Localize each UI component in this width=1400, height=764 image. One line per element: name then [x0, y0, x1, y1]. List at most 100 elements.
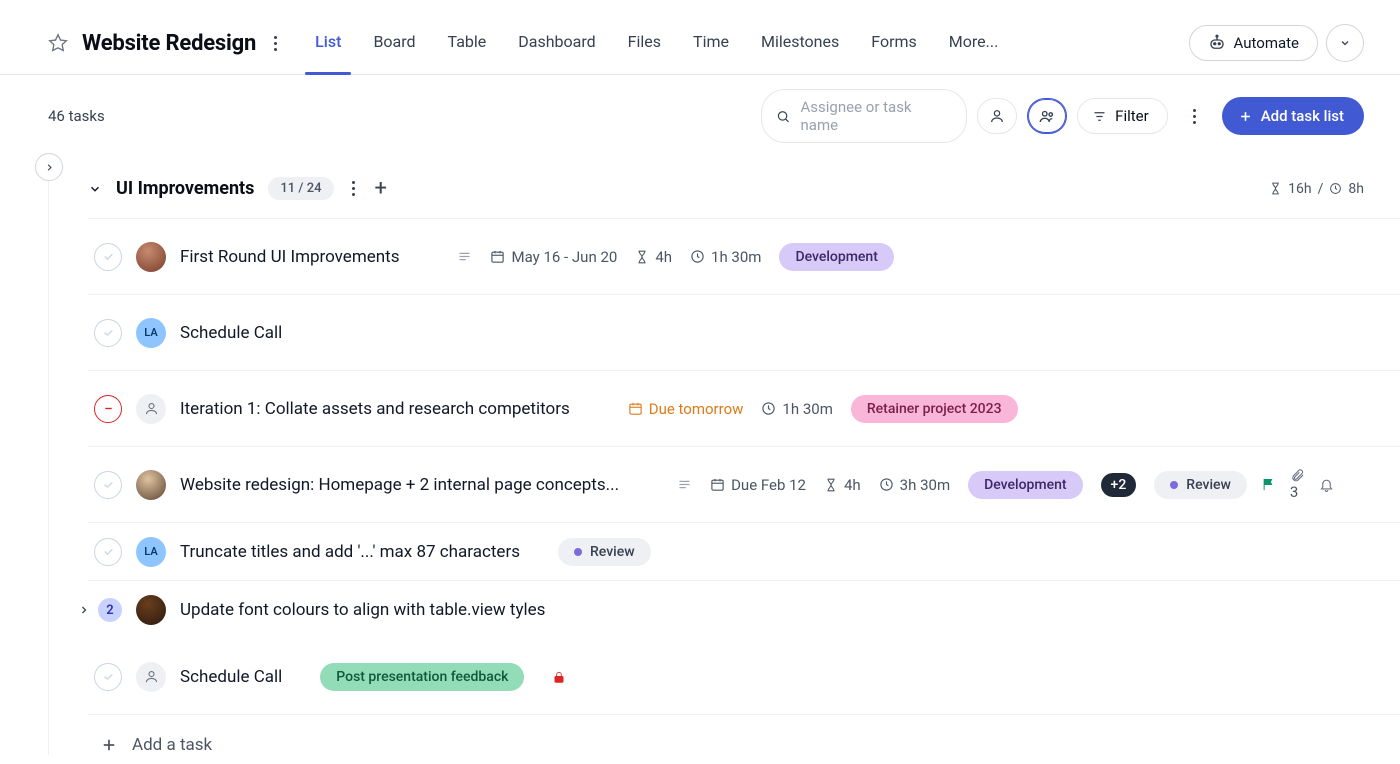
avatar[interactable]	[136, 595, 166, 625]
description-icon[interactable]	[677, 477, 692, 492]
avatar[interactable]	[136, 242, 166, 272]
task-title: Schedule Call	[180, 323, 282, 343]
reminder-icon[interactable]	[1319, 477, 1334, 492]
avatar[interactable]: LA	[136, 318, 166, 348]
description-icon[interactable]	[457, 249, 472, 264]
add-task-button[interactable]: Add a task	[88, 715, 1400, 755]
status-toggle[interactable]	[94, 243, 122, 271]
subtask-toggle[interactable]: 2	[78, 598, 122, 622]
task-rows: First Round UI ImprovementsMay 16 - Jun …	[88, 218, 1400, 715]
clock-icon	[1329, 182, 1342, 195]
group-name: UI Improvements	[116, 178, 254, 199]
task-row[interactable]: Schedule Call Post presentation feedback	[88, 639, 1400, 715]
add-task-list-button[interactable]: Add task list	[1222, 97, 1364, 135]
logged-time: 3h 30m	[879, 476, 950, 494]
group-menu-icon[interactable]	[348, 177, 359, 200]
group-time-summary: 16h / 8h	[1269, 181, 1392, 197]
task-title: Truncate titles and add '...' max 87 cha…	[180, 542, 520, 562]
stage-chip[interactable]: Review	[1154, 471, 1247, 499]
filter-button[interactable]: Filter	[1077, 98, 1168, 134]
assignee-empty-icon[interactable]	[136, 662, 166, 692]
header: Website Redesign List Board Table Dashbo…	[0, 0, 1400, 75]
group-view-button[interactable]	[1027, 98, 1067, 134]
tag[interactable]: Post presentation feedback	[320, 663, 524, 691]
toolbar-right: Assignee or task name Filter Add task li…	[761, 89, 1364, 143]
subtask-count: 2	[98, 598, 122, 622]
group-header: UI Improvements 11 / 24 + 16h / 8h	[88, 157, 1400, 218]
add-task-label: Add a task	[132, 735, 212, 755]
task-row[interactable]: 2 Update font colours to align with tabl…	[88, 581, 1400, 639]
status-toggle[interactable]	[94, 538, 122, 566]
task-trailing: 3	[1261, 468, 1338, 501]
task-meta: Due tomorrow 1h 30m Retainer project 2023	[628, 395, 1018, 423]
automate-dropdown[interactable]	[1326, 24, 1364, 62]
task-row[interactable]: LA Schedule Call	[88, 295, 1400, 371]
status-toggle[interactable]	[94, 395, 122, 423]
lock-icon	[552, 670, 566, 684]
filter-label: Filter	[1115, 107, 1149, 125]
person-view-button[interactable]	[977, 98, 1017, 134]
date-range[interactable]: May 16 - Jun 20	[490, 248, 617, 266]
logged-time: 1h 30m	[690, 248, 761, 266]
tab-dashboard[interactable]: Dashboard	[518, 32, 595, 75]
date-range[interactable]: Due Feb 12	[710, 476, 806, 494]
logged-time: 1h 30m	[761, 400, 832, 418]
flag-icon[interactable]	[1261, 477, 1276, 492]
search-input[interactable]: Assignee or task name	[761, 89, 967, 143]
avatar[interactable]: LA	[136, 537, 166, 567]
status-toggle[interactable]	[94, 319, 122, 347]
task-count: 46 tasks	[48, 107, 105, 125]
stage-chip[interactable]: Review	[558, 538, 651, 566]
robot-icon	[1208, 34, 1226, 52]
task-title: Iteration 1: Collate assets and research…	[180, 399, 570, 419]
estimate: 4h	[635, 248, 672, 266]
task-row[interactable]: LA Truncate titles and add '...' max 87 c…	[88, 523, 1400, 581]
tab-files[interactable]: Files	[628, 32, 661, 75]
task-row[interactable]: First Round UI ImprovementsMay 16 - Jun …	[88, 219, 1400, 295]
tag[interactable]: Development	[968, 471, 1082, 499]
task-row[interactable]: Iteration 1: Collate assets and research…	[88, 371, 1400, 447]
assignee-empty-icon[interactable]	[136, 394, 166, 424]
toolbar-more-icon[interactable]	[1178, 99, 1212, 133]
dot-icon	[1170, 481, 1178, 489]
tab-milestones[interactable]: Milestones	[761, 32, 839, 75]
tag[interactable]: Development	[779, 243, 893, 271]
group-progress-badge: 11 / 24	[268, 177, 333, 200]
due-date[interactable]: Due tomorrow	[628, 400, 744, 418]
estimate: 4h	[824, 476, 861, 494]
task-meta: May 16 - Jun 20 4h 1h 30m Development	[457, 243, 893, 271]
collapse-icon[interactable]	[88, 182, 102, 196]
attachments[interactable]: 3	[1290, 468, 1305, 501]
tag-overflow[interactable]: +2	[1101, 473, 1137, 497]
tab-time[interactable]: Time	[693, 32, 729, 75]
tag[interactable]: Retainer project 2023	[851, 395, 1018, 423]
avatar[interactable]	[136, 470, 166, 500]
tab-more[interactable]: More...	[949, 32, 999, 75]
task-meta: Due Feb 12 4h 3h 30m Development +2 Review	[677, 471, 1247, 499]
view-tabs: List Board Table Dashboard Files Time Mi…	[315, 12, 998, 74]
group-actions: +	[348, 177, 387, 200]
automate-button[interactable]: Automate	[1189, 25, 1318, 61]
page-menu-icon[interactable]	[270, 32, 281, 55]
header-left: Website Redesign	[48, 31, 281, 56]
task-title: Website redesign: Homepage + 2 internal …	[180, 475, 619, 495]
task-group: UI Improvements 11 / 24 + 16h / 8h First…	[88, 157, 1400, 755]
status-toggle[interactable]	[94, 663, 122, 691]
dot-icon	[574, 548, 582, 556]
tab-forms[interactable]: Forms	[871, 32, 917, 75]
toolbar: 46 tasks Assignee or task name Filter Ad…	[0, 75, 1400, 157]
group-add-icon[interactable]: +	[375, 178, 387, 200]
automate-label: Automate	[1234, 34, 1299, 52]
task-title: Update font colours to align with table.…	[180, 600, 545, 620]
task-row[interactable]: Website redesign: Homepage + 2 internal …	[88, 447, 1400, 523]
tab-list[interactable]: List	[315, 32, 341, 75]
tab-board[interactable]: Board	[373, 32, 415, 75]
star-icon[interactable]	[48, 33, 68, 53]
task-title: Schedule Call	[180, 667, 282, 687]
status-toggle[interactable]	[94, 471, 122, 499]
list-area: UI Improvements 11 / 24 + 16h / 8h First…	[0, 157, 1400, 755]
expand-sidebar-icon[interactable]	[35, 153, 63, 181]
add-task-list-label: Add task list	[1261, 107, 1344, 125]
hourglass-icon	[1269, 182, 1282, 195]
tab-table[interactable]: Table	[448, 32, 487, 75]
